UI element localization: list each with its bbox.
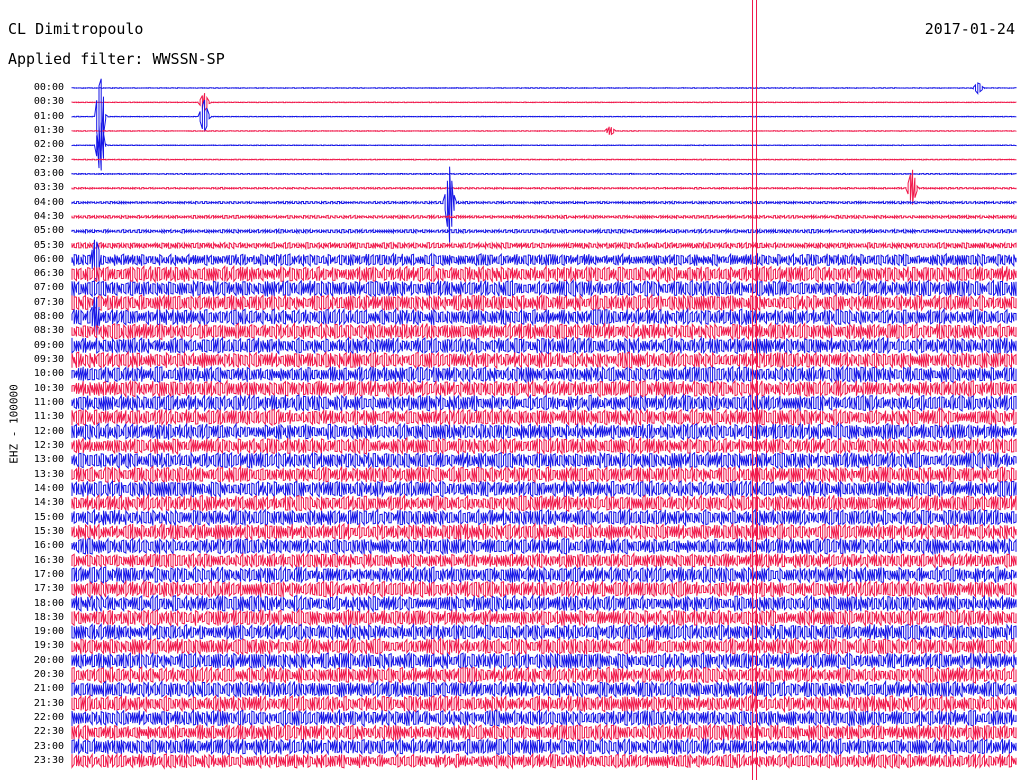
trace-line — [71, 436, 1017, 456]
trace-line — [71, 407, 1017, 428]
trace-line — [71, 379, 1017, 399]
trace-line — [71, 350, 1017, 370]
trace-line — [71, 365, 1017, 384]
trace-line — [71, 78, 1017, 151]
trace-line — [71, 693, 1017, 714]
trace-line — [71, 335, 1017, 356]
trace-line — [71, 608, 1017, 628]
trace-line — [71, 651, 1017, 671]
trace-line — [71, 293, 1017, 313]
trace-line — [71, 465, 1017, 485]
trace-line — [71, 551, 1017, 570]
trace-line — [71, 122, 1017, 171]
trace-line — [71, 264, 1017, 284]
trace-line — [71, 169, 1017, 205]
trace-line — [71, 665, 1017, 685]
trace-line — [71, 82, 1017, 95]
trace-line — [71, 579, 1017, 599]
trace-line — [71, 493, 1017, 513]
trace-line — [71, 752, 1017, 770]
trace-line — [71, 240, 1017, 251]
trace-line — [71, 537, 1017, 556]
trace-line — [71, 636, 1017, 656]
trace-line — [71, 479, 1017, 499]
trace-line — [71, 172, 1017, 176]
trace-line — [71, 278, 1017, 298]
trace-line — [71, 723, 1017, 743]
trace-line — [71, 126, 1017, 136]
trace-line — [71, 321, 1017, 341]
trace-line — [71, 213, 1017, 220]
trace-line — [71, 93, 1017, 113]
trace-line — [71, 708, 1017, 728]
trace-line — [71, 679, 1017, 699]
trace-line — [71, 227, 1017, 235]
trace-line — [71, 421, 1017, 442]
trace-line — [71, 737, 1017, 757]
trace-line — [71, 158, 1017, 161]
trace-line — [71, 565, 1017, 585]
trace-line — [71, 507, 1017, 528]
trace-line — [71, 622, 1017, 642]
trace-line — [71, 393, 1017, 413]
trace-line — [71, 450, 1017, 470]
trace-line — [71, 522, 1017, 542]
helicorder-plot — [71, 0, 1017, 780]
trace-line — [71, 593, 1017, 614]
